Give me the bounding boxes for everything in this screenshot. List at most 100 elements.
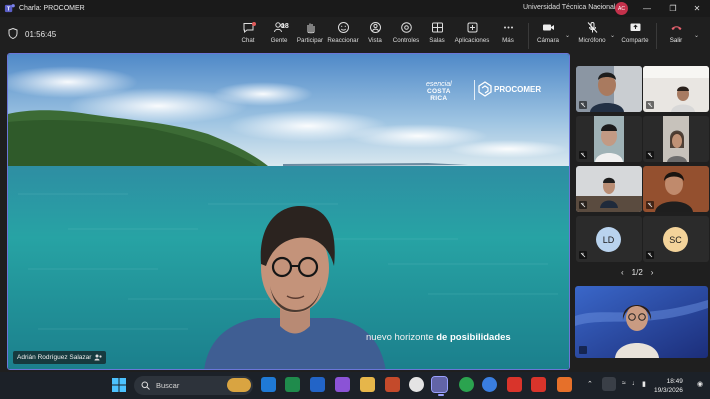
leave-button[interactable]: Salir xyxy=(659,21,693,49)
participant-tile[interactable] xyxy=(643,116,709,162)
participant-tile[interactable] xyxy=(576,166,642,212)
gallery-pager: ‹ 1/2 › xyxy=(621,268,653,277)
leave-options-chevron-icon[interactable]: ⌄ xyxy=(694,32,699,39)
tagline-bold: posibilidades xyxy=(449,332,511,343)
share-button[interactable]: Comparte xyxy=(618,21,652,49)
account-avatar[interactable]: AC xyxy=(615,2,628,15)
chat-label: Chat xyxy=(241,37,255,44)
react-button[interactable]: Reaccionar xyxy=(326,21,360,49)
participant-tile[interactable]: SC xyxy=(643,216,709,262)
acrobat-reader-icon[interactable] xyxy=(531,377,546,392)
rooms-icon xyxy=(431,22,443,33)
excel-icon[interactable] xyxy=(285,377,300,392)
logo-divider xyxy=(474,80,475,100)
windows-start-icon[interactable] xyxy=(112,378,126,392)
more-button[interactable]: Más xyxy=(491,21,525,49)
microphone-label: Micrófono xyxy=(578,37,606,44)
people-count: 18 xyxy=(281,23,289,30)
participant-tile[interactable] xyxy=(576,116,642,162)
camera-button[interactable]: Cámara xyxy=(531,21,565,49)
participant-avatar: SC xyxy=(663,227,688,252)
teams-taskbar-icon[interactable] xyxy=(431,376,448,393)
wifi-icon[interactable]: ≈ xyxy=(622,380,626,387)
meeting-toolbar: 01:56:45 Chat Gente 18 Participar Reacci… xyxy=(0,17,710,51)
chat-notification-dot xyxy=(252,22,256,26)
notifications-bell-icon[interactable]: ◉ xyxy=(697,380,703,388)
restore-icon[interactable]: ❐ xyxy=(664,2,682,15)
teams-logo-icon: T xyxy=(4,4,15,13)
procomer-logo: PROCOMER xyxy=(478,81,541,97)
edge-icon[interactable] xyxy=(261,377,276,392)
app-icon[interactable] xyxy=(557,377,572,392)
participant-tile[interactable] xyxy=(643,66,709,112)
logo-brand-line3: RICA xyxy=(430,95,448,102)
powerpoint-icon[interactable] xyxy=(385,377,400,392)
participant-tile[interactable] xyxy=(643,166,709,212)
show-hidden-icons-chevron-icon[interactable]: ⌃ xyxy=(587,380,593,388)
apps-button[interactable]: Aplicaciones xyxy=(455,21,489,49)
rooms-label: Salas xyxy=(429,37,445,44)
leave-label: Salir xyxy=(669,37,683,44)
raise-hand-icon xyxy=(307,23,314,34)
controls-button[interactable]: Controles xyxy=(389,21,423,49)
hang-up-icon xyxy=(671,26,681,30)
microphone-muted-icon xyxy=(579,251,587,259)
camera-icon xyxy=(542,24,554,31)
microphone-muted-icon xyxy=(646,251,654,259)
apps-icon xyxy=(467,22,477,33)
microphone-muted-icon xyxy=(579,201,587,209)
window-title: Charla: PROCOMER xyxy=(19,5,85,12)
microphone-muted-icon xyxy=(587,22,597,33)
participant-tile[interactable] xyxy=(576,66,642,112)
toolbar-divider xyxy=(528,23,529,49)
clock-time: 18:49 xyxy=(666,378,683,385)
presenter-name-tag: Adrián Rodríguez Salazar xyxy=(13,351,107,364)
chrome-profile-2-icon[interactable] xyxy=(482,377,497,392)
procomer-wordmark: PROCOMER xyxy=(494,84,542,94)
tagline-mid: de xyxy=(436,332,448,343)
ocean-background-image xyxy=(8,54,569,369)
microphone-options-chevron-icon[interactable]: ⌄ xyxy=(610,32,615,39)
presenter-name: Adrián Rodríguez Salazar xyxy=(17,354,92,361)
presenter-video[interactable]: esencial COSTA RICA PROCOMER nuevo horiz… xyxy=(7,53,570,370)
copilot-icon[interactable] xyxy=(335,377,350,392)
esencial-costa-rica-logo: esencial COSTA RICA xyxy=(426,81,452,102)
rooms-button[interactable]: Salas xyxy=(420,21,454,49)
chat-button[interactable]: Chat xyxy=(231,21,265,49)
file-explorer-icon[interactable] xyxy=(360,377,375,392)
microphone-muted-icon xyxy=(579,346,587,354)
chrome-icon[interactable] xyxy=(409,377,424,392)
more-options-button[interactable]: ··· xyxy=(596,2,604,11)
microphone-muted-icon xyxy=(579,101,587,109)
microphone-tray-icon[interactable] xyxy=(602,377,616,391)
view-button[interactable]: Vista xyxy=(358,21,392,49)
self-view-video[interactable] xyxy=(575,286,708,358)
microphone-button[interactable]: Micrófono xyxy=(575,21,609,49)
organizer-icon xyxy=(94,354,103,361)
title-bar: T Charla: PROCOMER Universidad Técnica N… xyxy=(0,0,710,17)
minimize-icon[interactable]: — xyxy=(638,2,656,15)
previous-page-chevron-icon[interactable]: ‹ xyxy=(621,268,624,277)
acrobat-icon[interactable] xyxy=(507,377,522,392)
raise-hand-button[interactable]: Participar xyxy=(293,21,327,49)
active-app-indicator xyxy=(438,394,444,396)
more-label: Más xyxy=(502,37,514,44)
search-icon xyxy=(141,381,150,390)
word-icon[interactable] xyxy=(310,377,325,392)
people-button[interactable]: Gente xyxy=(262,21,296,49)
clock-date: 19/3/2026 xyxy=(654,387,683,394)
chrome-profile-icon[interactable] xyxy=(459,377,474,392)
taskbar-clock[interactable]: 18:49 19/3/2026 xyxy=(654,377,683,395)
volume-icon[interactable]: ♩ xyxy=(632,380,639,387)
logo-brand-line1: esencial xyxy=(426,81,452,88)
self-view-camera xyxy=(575,286,708,358)
share-label: Comparte xyxy=(621,37,649,44)
close-icon[interactable]: ✕ xyxy=(688,2,706,15)
microphone-muted-icon xyxy=(646,201,654,209)
slide-tagline: nuevo horizonte de posibilidades xyxy=(366,332,511,343)
battery-icon[interactable]: ▮ xyxy=(642,380,646,388)
meeting-timer: 01:56:45 xyxy=(25,30,57,39)
participant-tile[interactable]: LD xyxy=(576,216,642,262)
next-page-chevron-icon[interactable]: › xyxy=(651,268,654,277)
camera-options-chevron-icon[interactable]: ⌄ xyxy=(565,32,570,39)
